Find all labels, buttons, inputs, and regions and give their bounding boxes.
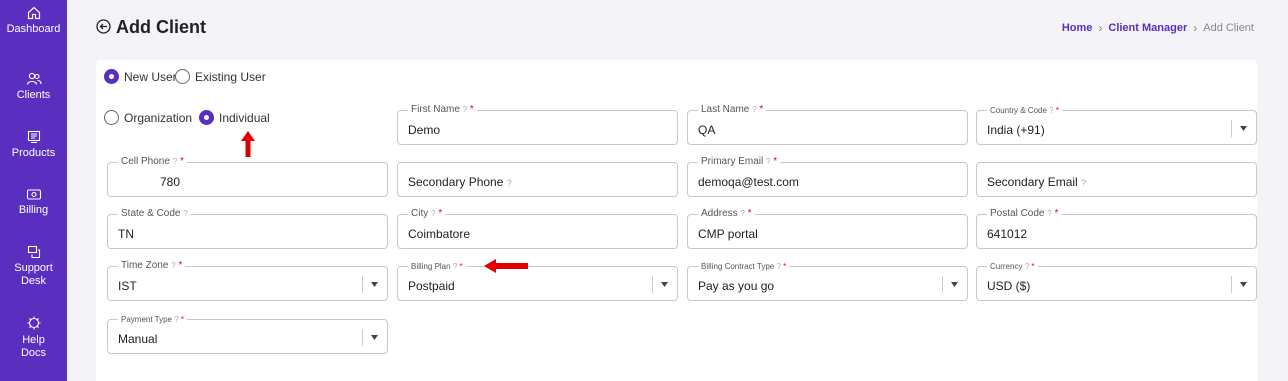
radio-individual[interactable]: Individual	[199, 110, 270, 125]
help-icon: ?	[1047, 209, 1052, 218]
annotation-arrow-up-icon	[241, 131, 255, 157]
breadcrumb: Home › Client Manager › Add Client	[1062, 21, 1254, 35]
annotation-arrow-left-icon	[484, 259, 528, 273]
billing-icon	[26, 189, 41, 200]
radio-label: Individual	[219, 110, 270, 125]
sidebar: Dashboard Clients Products Billing Suppo…	[0, 0, 67, 381]
address-field[interactable]: Address ? * CMP portal	[687, 208, 968, 249]
help-icon: ?	[1049, 106, 1054, 115]
time-zone-value: IST	[118, 279, 137, 293]
breadcrumb-client-manager[interactable]: Client Manager	[1108, 22, 1187, 34]
help-icon: ?	[752, 105, 757, 114]
help-icon: ?	[462, 105, 468, 114]
help-icon: ?	[1024, 262, 1030, 271]
caret-down-icon[interactable]	[371, 282, 378, 287]
state-code-field[interactable]: State & Code ? TN	[107, 208, 388, 249]
sidebar-item-label: Support Desk	[14, 262, 53, 287]
secondary-phone-placeholder: Secondary Phone	[408, 175, 504, 189]
breadcrumb-current: Add Client	[1203, 22, 1254, 34]
billing-contract-type-select[interactable]: Billing Contract Type ? * Pay as you go	[687, 261, 968, 301]
help-icon: ?	[171, 261, 176, 270]
billing-plan-value: Postpaid	[408, 279, 455, 293]
first-name-value: Demo	[408, 123, 441, 137]
sidebar-item-label: Products	[11, 147, 56, 159]
sidebar-item-dashboard[interactable]: Dashboard	[0, 6, 67, 36]
chevron-right-icon: ›	[1098, 21, 1103, 35]
sidebar-item-billing[interactable]: Billing	[0, 187, 67, 217]
radio-existing-user[interactable]: Existing User	[175, 69, 266, 84]
products-icon	[27, 130, 40, 143]
radio-unselected-icon	[104, 110, 119, 125]
caret-down-icon[interactable]	[951, 282, 958, 287]
help-icon: ?	[172, 157, 178, 166]
home-icon	[27, 6, 40, 20]
help-icon: ?	[766, 157, 771, 166]
time-zone-select[interactable]: Time Zone ? * IST	[107, 260, 388, 301]
billing-contract-type-value: Pay as you go	[698, 279, 775, 293]
address-value: CMP portal	[698, 227, 758, 241]
state-code-value: TN	[118, 227, 134, 241]
city-value: Coimbatore	[408, 227, 471, 241]
currency-value: USD ($)	[987, 279, 1031, 293]
caret-down-icon[interactable]	[661, 282, 668, 287]
caret-down-icon[interactable]	[1240, 282, 1247, 287]
country-code-value: India (+91)	[987, 123, 1045, 137]
radio-label: New User	[124, 69, 177, 84]
secondary-phone-field[interactable]: Secondary Phone ?	[397, 162, 678, 197]
chevron-right-icon: ›	[1193, 21, 1198, 35]
radio-label: Existing User	[195, 69, 266, 84]
payment-type-select[interactable]: Payment Type ? * Manual	[107, 314, 388, 354]
radio-selected-icon	[199, 110, 214, 125]
postal-code-field[interactable]: Postal Code ? * 641012	[976, 208, 1257, 249]
help-icon: ?	[431, 209, 436, 218]
country-code-select[interactable]: Country & Code ? * India (+91)	[976, 105, 1257, 145]
last-name-value: QA	[698, 123, 716, 137]
billing-plan-select[interactable]: Billing Plan ? * Postpaid	[397, 261, 678, 301]
primary-email-value: demoqa@test.com	[698, 175, 799, 189]
clients-icon	[26, 72, 42, 85]
first-name-field[interactable]: First Name ? * Demo	[397, 104, 678, 145]
caret-down-icon[interactable]	[371, 335, 378, 340]
radio-label: Organization	[124, 110, 193, 125]
help-icon: ?	[776, 262, 781, 271]
help-icon: ?	[452, 262, 458, 271]
sidebar-item-help-docs[interactable]: Help Docs	[0, 315, 67, 360]
sidebar-item-label: Dashboard	[6, 23, 61, 35]
caret-down-icon[interactable]	[1240, 126, 1247, 131]
page-title: Add Client	[116, 17, 206, 37]
help-icon: ?	[740, 209, 745, 218]
radio-selected-icon	[104, 69, 119, 84]
radio-unselected-icon	[175, 69, 190, 84]
sidebar-item-label: Help Docs	[20, 334, 47, 359]
breadcrumb-home[interactable]: Home	[1062, 22, 1093, 34]
help-icon: ?	[183, 209, 188, 218]
sidebar-item-support-desk[interactable]: Support Desk	[0, 245, 67, 288]
city-field[interactable]: City ? * Coimbatore	[397, 208, 678, 249]
support-icon	[27, 245, 40, 259]
secondary-email-field[interactable]: Secondary Email ?	[976, 162, 1257, 197]
help-icon	[27, 316, 40, 330]
help-icon: ?	[174, 315, 179, 324]
help-icon: ?	[506, 178, 512, 188]
secondary-email-placeholder: Secondary Email	[987, 175, 1078, 189]
sidebar-item-clients[interactable]: Clients	[0, 72, 67, 102]
postal-code-value: 641012	[987, 227, 1028, 241]
client-form-card: New User Existing User Organization Indi…	[96, 60, 1257, 381]
back-arrow-icon[interactable]	[96, 19, 111, 34]
primary-email-field[interactable]: Primary Email ? * demoqa@test.com	[687, 156, 968, 197]
payment-type-value: Manual	[118, 332, 158, 346]
currency-select[interactable]: Currency ? * USD ($)	[976, 261, 1257, 301]
help-icon: ?	[1081, 178, 1087, 188]
sidebar-item-label: Billing	[18, 204, 49, 216]
radio-new-user[interactable]: New User	[104, 69, 177, 84]
sidebar-item-label: Clients	[16, 89, 51, 101]
cell-phone-field[interactable]: Cell Phone ? * 780	[107, 156, 388, 197]
cell-phone-value: 780	[160, 175, 181, 189]
last-name-field[interactable]: Last Name ? * QA	[687, 104, 968, 145]
sidebar-item-products[interactable]: Products	[0, 130, 67, 160]
radio-organization[interactable]: Organization	[104, 110, 192, 125]
